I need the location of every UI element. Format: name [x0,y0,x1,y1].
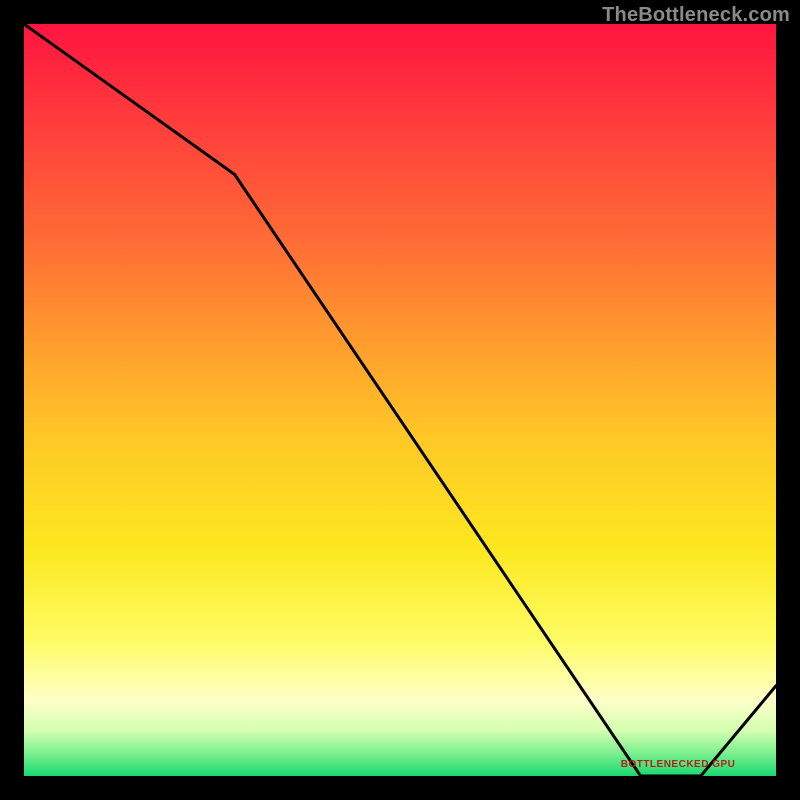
bottleneck-line [24,24,776,776]
plot-area: BOTTLENECKED GPU [24,24,776,776]
bottleneck-annotation: BOTTLENECKED GPU [621,759,736,770]
chart-canvas: TheBottleneck.com BOTTLENECKED GPU [0,0,800,800]
